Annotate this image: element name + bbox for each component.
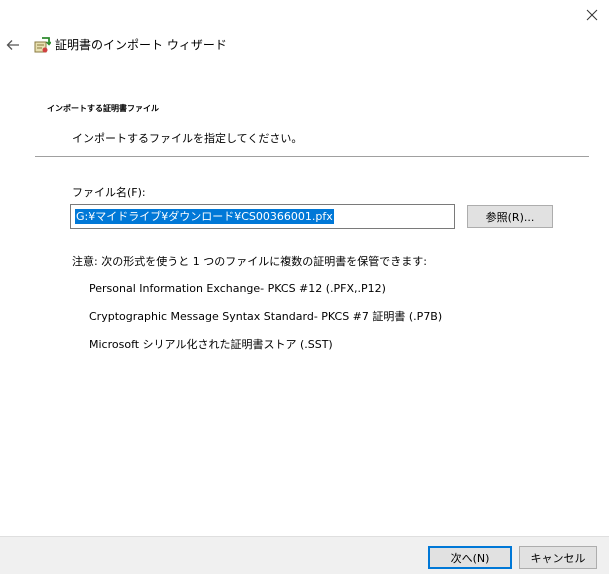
format-item-sst: Microsoft シリアル化された証明書ストア (.SST) xyxy=(89,338,333,351)
section-heading: インポートする証明書ファイル xyxy=(47,104,159,113)
back-arrow-icon xyxy=(6,40,19,50)
file-name-label: ファイル名(F): xyxy=(72,186,146,199)
file-name-input[interactable]: G:¥マイドライブ¥ダウンロード¥CS00366001.pfx xyxy=(70,204,455,229)
format-item-p7b: Cryptographic Message Syntax Standard- P… xyxy=(89,310,443,323)
wizard-title: 証明書のインポート ウィザード xyxy=(55,38,227,52)
back-button[interactable] xyxy=(4,36,22,54)
section-description: インポートするファイルを指定してください。 xyxy=(72,132,303,145)
format-item-pfx: Personal Information Exchange- PKCS #12 … xyxy=(89,282,386,295)
format-note: 注意: 次の形式を使うと 1 つのファイルに複数の証明書を保管できます: xyxy=(72,255,427,268)
file-name-value: G:¥マイドライブ¥ダウンロード¥CS00366001.pfx xyxy=(75,209,334,224)
footer-bar: 次へ(N) キャンセル xyxy=(0,536,609,574)
close-icon xyxy=(586,9,598,21)
certificate-import-icon xyxy=(34,37,51,53)
header-divider xyxy=(35,156,589,157)
close-button[interactable] xyxy=(575,0,609,30)
next-button[interactable]: 次へ(N) xyxy=(428,546,512,569)
cancel-button[interactable]: キャンセル xyxy=(519,546,597,569)
format-list: Personal Information Exchange- PKCS #12 … xyxy=(89,281,442,365)
browse-button[interactable]: 参照(R)... xyxy=(467,205,553,228)
